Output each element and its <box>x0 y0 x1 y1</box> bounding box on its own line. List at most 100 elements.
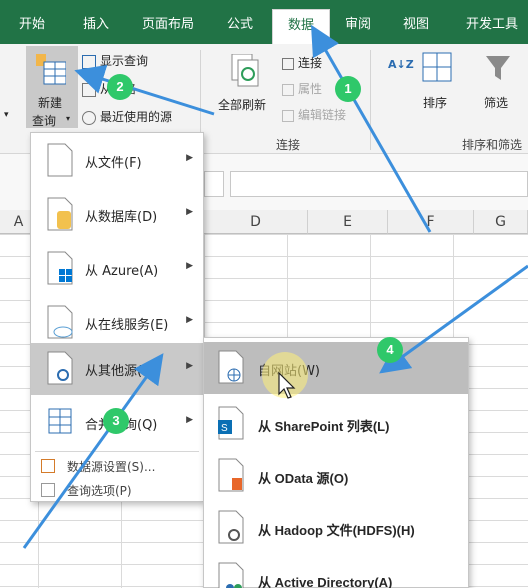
ribbon-divider <box>370 50 371 150</box>
connections-button[interactable]: 连接 <box>282 54 322 71</box>
name-box[interactable] <box>204 171 224 197</box>
link-icon <box>282 109 294 122</box>
cloud-icon <box>47 305 73 339</box>
new-query-label-1: 新建 <box>38 96 63 110</box>
submenu-item-hadoop[interactable]: 从 Hadoop 文件(HDFS)(H) <box>204 502 468 554</box>
filter-button[interactable]: 筛选 <box>478 52 518 124</box>
combine-icon <box>48 408 72 434</box>
properties-icon <box>282 83 294 96</box>
chevron-down-icon[interactable]: ▾ <box>4 110 9 120</box>
menu-item-label: 数据源设置(S)... <box>67 460 156 474</box>
connections-label: 连接 <box>298 56 323 70</box>
grid-icon <box>82 82 96 97</box>
menu-item-from-other-sources[interactable]: 从其他源(O) ▶ <box>31 343 203 395</box>
chevron-right-icon: ▶ <box>186 415 193 425</box>
menu-item-from-online-services[interactable]: 从在线服务(E) ▶ <box>31 297 203 349</box>
azure-icon <box>47 251 73 285</box>
recent-sources-label: 最近使用的源 <box>100 110 173 124</box>
chevron-right-icon: ▶ <box>186 153 193 163</box>
filter-icon <box>486 56 510 80</box>
new-query-label-2: 查询 <box>32 114 57 128</box>
tab-home[interactable]: 开始 <box>8 9 56 41</box>
submenu-item-from-web[interactable]: 自网站(W) <box>204 342 468 394</box>
step-badge-1: 1 <box>335 76 361 102</box>
sharepoint-icon: S <box>218 406 244 440</box>
menu-separator <box>35 451 199 452</box>
mouse-pointer-icon <box>278 372 296 399</box>
tab-data[interactable]: 数据 <box>272 9 330 44</box>
menu-item-label: 从 Azure(A) <box>85 264 159 279</box>
ribbon-tab-bar: 开始 插入 页面布局 公式 数据 审阅 视图 开发工具 <box>0 0 528 44</box>
submenu-item-odata[interactable]: 从 OData 源(O) <box>204 450 468 502</box>
sort-filter-group-label: 排序和筛选 <box>462 138 523 152</box>
tab-page-layout[interactable]: 页面布局 <box>132 9 204 41</box>
chevron-right-icon: ▶ <box>186 261 193 271</box>
submenu-item-sharepoint[interactable]: S 从 SharePoint 列表(L) <box>204 398 468 450</box>
menu-item-label: 从其他源(O) <box>85 364 158 379</box>
properties-label: 属性 <box>298 82 323 96</box>
tab-review[interactable]: 审阅 <box>334 9 382 41</box>
menu-item-from-azure[interactable]: 从 Azure(A) ▶ <box>31 243 203 295</box>
tab-insert[interactable]: 插入 <box>72 9 120 41</box>
chevron-right-icon: ▶ <box>186 361 193 371</box>
sort-az-icon: A↓Z <box>388 58 414 71</box>
sort-button[interactable]: 排序 <box>418 52 456 124</box>
clock-icon <box>82 110 96 125</box>
other-sources-submenu: 自网站(W) S 从 SharePoint 列表(L) 从 OData 源(O)… <box>203 337 469 588</box>
submenu-item-active-directory[interactable]: 从 Active Directory(A) <box>204 554 468 588</box>
chevron-down-icon: ▾ <box>66 114 71 123</box>
menu-item-label: 从数据库(D) <box>85 210 158 225</box>
sort-icon <box>422 52 452 82</box>
tab-formulas[interactable]: 公式 <box>216 9 264 41</box>
show-queries-button[interactable]: 显示查询 <box>82 52 148 69</box>
recent-sources-button[interactable]: 最近使用的源 <box>82 108 172 125</box>
odata-icon <box>218 458 244 492</box>
new-query-button[interactable]: 新建 查询 ▾ <box>26 46 78 128</box>
column-header-g[interactable]: G <box>474 210 528 234</box>
filter-label: 筛选 <box>484 96 509 110</box>
database-icon <box>47 197 73 231</box>
menu-item-query-options[interactable]: 查询选项(P) <box>31 479 203 501</box>
connections-icon <box>282 57 294 70</box>
formula-input[interactable] <box>230 171 528 197</box>
query-list-icon <box>82 54 96 69</box>
hadoop-icon <box>218 510 244 544</box>
column-header-e[interactable]: E <box>308 210 388 234</box>
chevron-right-icon: ▶ <box>186 207 193 217</box>
sort-label: 排序 <box>423 96 448 110</box>
properties-button[interactable]: 属性 <box>282 80 322 97</box>
submenu-item-label: 从 Active Directory(A) <box>258 575 393 588</box>
chevron-right-icon: ▶ <box>186 315 193 325</box>
tab-developer[interactable]: 开发工具 <box>456 9 528 41</box>
table-icon <box>36 54 66 85</box>
refresh-icon <box>231 54 259 87</box>
submenu-item-label: 从 OData 源(O) <box>258 471 349 486</box>
menu-item-label: 从在线服务(E) <box>85 318 169 333</box>
options-icon <box>41 483 55 497</box>
tab-view[interactable]: 视图 <box>392 9 440 41</box>
submenu-item-label: 从 Hadoop 文件(HDFS)(H) <box>258 523 415 538</box>
new-query-menu: 从文件(F) ▶ 从数据库(D) ▶ 从 Azure(A) ▶ 从在线服务(E)… <box>30 132 204 502</box>
show-queries-label: 显示查询 <box>100 54 149 68</box>
menu-item-from-database[interactable]: 从数据库(D) ▶ <box>31 189 203 241</box>
menu-item-label: 查询选项(P) <box>67 484 132 498</box>
step-badge-3: 3 <box>103 408 129 434</box>
step-badge-4: 4 <box>377 337 403 363</box>
column-header-f[interactable]: F <box>388 210 474 234</box>
svg-text:S: S <box>221 423 228 434</box>
other-sources-icon <box>47 351 73 385</box>
active-directory-icon <box>218 562 244 588</box>
submenu-item-label: 从 SharePoint 列表(L) <box>258 419 390 434</box>
file-icon <box>47 143 73 177</box>
refresh-all-button[interactable]: 全部刷新 <box>214 52 276 126</box>
refresh-all-label: 全部刷新 <box>218 98 267 112</box>
sort-ascending-button[interactable]: A↓Z <box>388 58 414 71</box>
step-badge-2: 2 <box>107 74 133 100</box>
menu-item-data-source-settings[interactable]: 数据源设置(S)... <box>31 455 203 477</box>
settings-icon <box>41 459 55 473</box>
menu-item-from-file[interactable]: 从文件(F) ▶ <box>31 135 203 187</box>
edit-links-label: 编辑链接 <box>298 108 347 122</box>
column-header-d[interactable]: D <box>204 210 308 234</box>
edit-links-button[interactable]: 编辑链接 <box>282 106 346 123</box>
globe-icon <box>218 350 244 384</box>
